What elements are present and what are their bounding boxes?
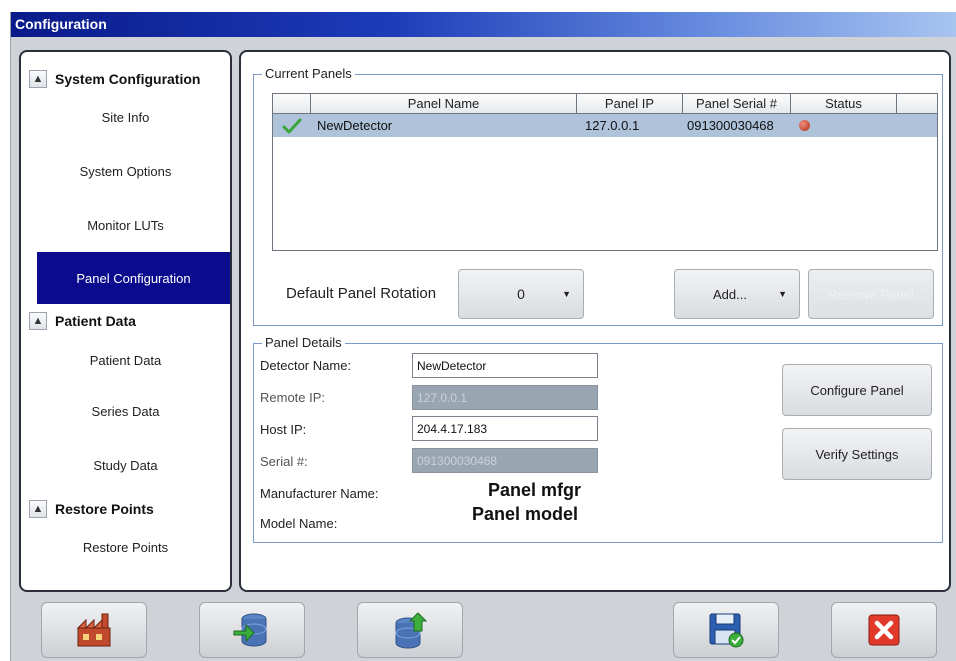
- rotation-value: 0: [517, 286, 525, 302]
- manufacturer-name-label: Manufacturer Name:: [260, 486, 379, 501]
- check-icon: [273, 118, 311, 134]
- host-ip-field[interactable]: [412, 416, 598, 441]
- save-button[interactable]: [673, 602, 779, 658]
- configure-panel-button[interactable]: Configure Panel: [782, 364, 932, 416]
- nav-item-series-data[interactable]: Series Data: [21, 404, 230, 419]
- nav-item-restore-points[interactable]: Restore Points: [21, 540, 230, 555]
- factory-defaults-button[interactable]: [41, 602, 147, 658]
- serial-label: Serial #:: [260, 454, 308, 469]
- section-title: Patient Data: [55, 313, 136, 329]
- host-ip-label: Host IP:: [260, 422, 307, 437]
- collapse-icon[interactable]: ▲: [29, 312, 47, 330]
- status-indicator-icon: [791, 120, 897, 131]
- save-icon: [709, 613, 744, 648]
- serial-field: [412, 448, 598, 473]
- nav-item-patient-data[interactable]: Patient Data: [21, 353, 230, 368]
- manufacturer-name-value: Panel mfgr: [488, 480, 582, 500]
- detector-name-field[interactable]: [412, 353, 598, 378]
- current-panels-legend: Current Panels: [262, 66, 355, 81]
- panels-table: Panel Name Panel IP Panel Serial # Statu…: [272, 93, 938, 251]
- database-import-icon: [233, 613, 267, 647]
- column-header-status[interactable]: Status: [791, 94, 897, 113]
- cancel-button[interactable]: [831, 602, 937, 658]
- column-header-spacer: [897, 94, 937, 113]
- remove-panel-button[interactable]: Remove Panel: [808, 269, 934, 319]
- main-panel: Current Panels Panel Name Panel IP Panel…: [239, 50, 951, 592]
- panel-details-legend: Panel Details: [262, 335, 345, 350]
- default-panel-rotation-label: Default Panel Rotation: [286, 285, 437, 302]
- section-restore-points[interactable]: ▲ Restore Points: [21, 494, 230, 524]
- table-row[interactable]: NewDetector 127.0.0.1 091300030468: [273, 114, 937, 137]
- column-header-panel-ip[interactable]: Panel IP: [577, 94, 683, 113]
- add-label: Add...: [713, 286, 747, 302]
- cell-panel-serial: 091300030468: [687, 118, 774, 133]
- configuration-window: Configuration ▲ System Configuration Sit…: [10, 12, 956, 661]
- close-icon: [868, 614, 900, 646]
- column-header-panel-serial[interactable]: Panel Serial #: [683, 94, 791, 113]
- nav-item-panel-configuration[interactable]: Panel Configuration: [37, 252, 230, 304]
- window-title: Configuration: [11, 12, 956, 37]
- remote-ip-label: Remote IP:: [260, 390, 326, 405]
- current-panels-group: Current Panels Panel Name Panel IP Panel…: [253, 66, 943, 326]
- export-database-button[interactable]: [357, 602, 463, 658]
- panel-details-group: Panel Details Detector Name: Remote IP: …: [253, 335, 943, 543]
- nav-item-study-data[interactable]: Study Data: [21, 458, 230, 473]
- detector-name-label: Detector Name:: [260, 358, 352, 373]
- rotation-dropdown[interactable]: 0 ▼: [458, 269, 584, 319]
- verify-settings-button[interactable]: Verify Settings: [782, 428, 932, 480]
- model-name-value: Panel model: [472, 504, 579, 524]
- section-title: System Configuration: [55, 71, 201, 87]
- nav-item-site-info[interactable]: Site Info: [21, 110, 230, 125]
- left-navigation: ▲ System Configuration Site Info System …: [19, 50, 232, 592]
- database-export-icon: [395, 612, 428, 649]
- column-header-panel-name[interactable]: Panel Name: [311, 94, 577, 113]
- chevron-down-icon: ▼: [778, 289, 787, 299]
- cell-panel-name: NewDetector: [317, 118, 393, 133]
- chevron-down-icon: ▼: [562, 289, 571, 299]
- table-header: Panel Name Panel IP Panel Serial # Statu…: [273, 94, 937, 114]
- add-panel-dropdown[interactable]: Add... ▼: [674, 269, 800, 319]
- remote-ip-field: [412, 385, 598, 410]
- section-patient-data[interactable]: ▲ Patient Data: [21, 306, 230, 336]
- factory-icon: [76, 613, 111, 647]
- section-system-configuration[interactable]: ▲ System Configuration: [21, 64, 230, 94]
- import-database-button[interactable]: [199, 602, 305, 658]
- collapse-icon[interactable]: ▲: [29, 70, 47, 88]
- collapse-icon[interactable]: ▲: [29, 500, 47, 518]
- model-name-label: Model Name:: [260, 516, 338, 531]
- cell-panel-ip: 127.0.0.1: [585, 118, 640, 133]
- column-header-icon: [273, 94, 311, 113]
- nav-item-monitor-luts[interactable]: Monitor LUTs: [21, 218, 230, 233]
- nav-item-system-options[interactable]: System Options: [21, 164, 230, 179]
- section-title: Restore Points: [55, 501, 154, 517]
